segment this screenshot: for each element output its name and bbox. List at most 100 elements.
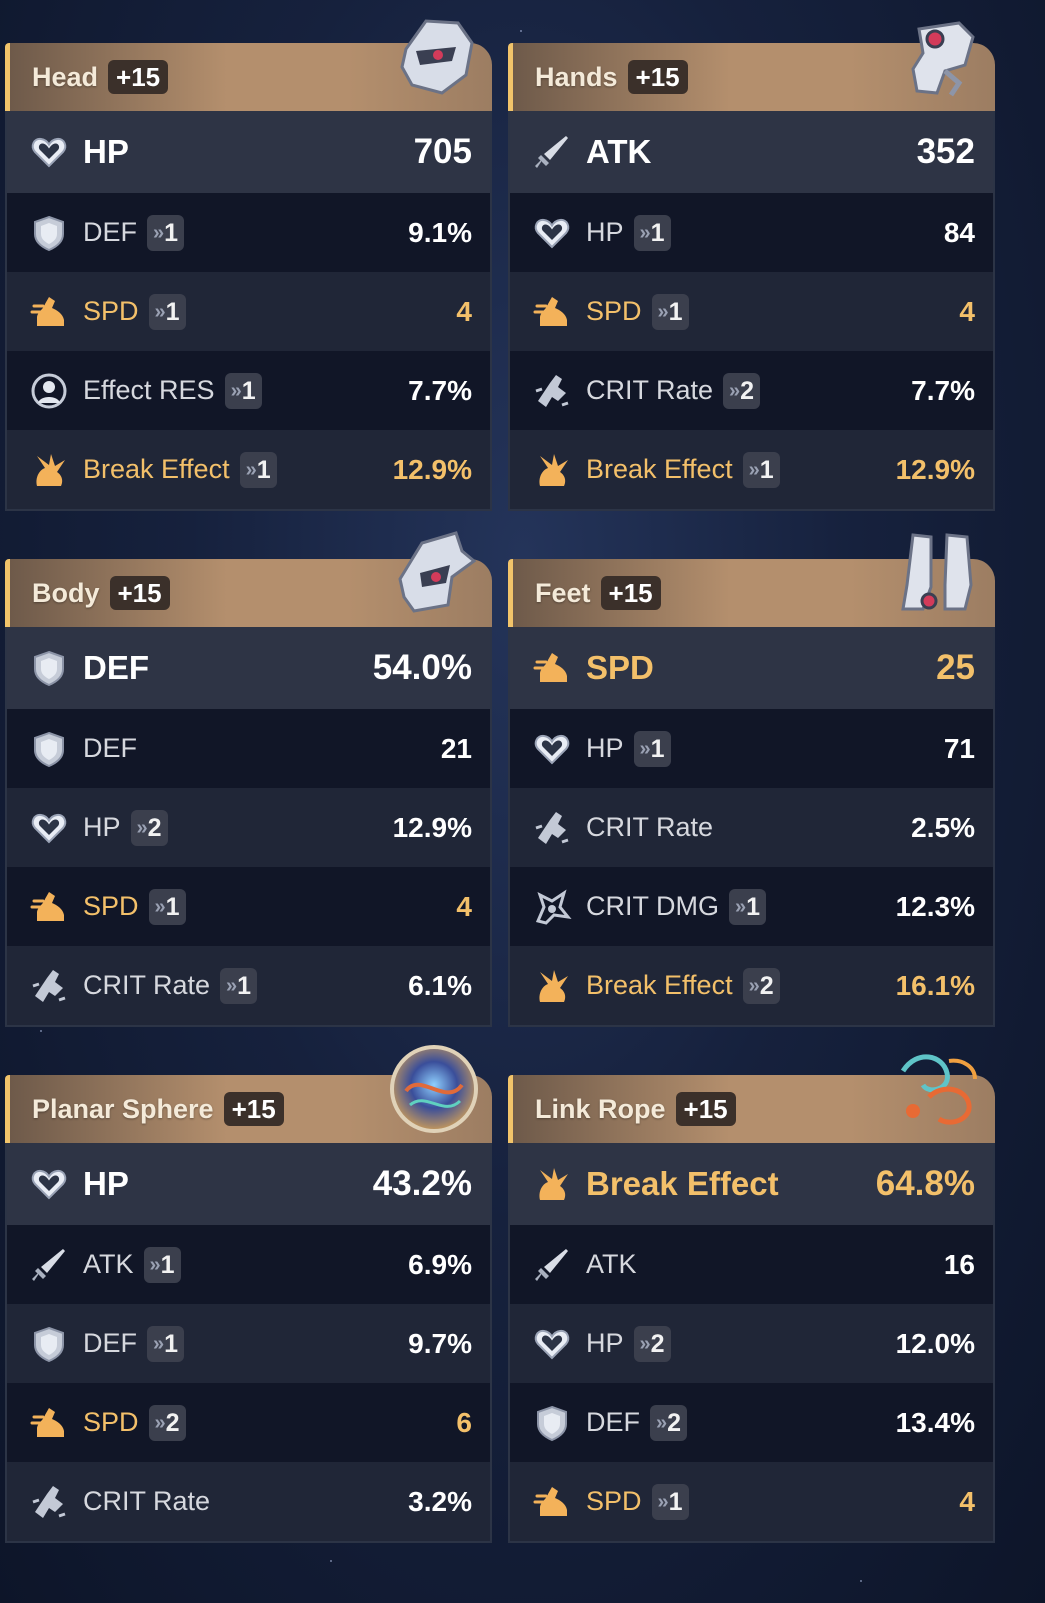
double-chevron-icon: » [226,974,237,997]
roll-count-badge: » 2 [148,1404,186,1441]
break-effect-icon [29,450,69,490]
main-stat-label: DEF [83,649,149,686]
double-chevron-icon: » [656,1411,667,1434]
roll-count-badge: » 2 [633,1325,671,1362]
crit-dmg-icon [532,887,572,927]
substat-row: ATK » 1 6.9% [7,1225,490,1304]
substat-label: Break Effect [83,454,230,484]
roll-count-badge: » 2 [650,1404,688,1441]
substat-label: SPD [586,296,642,326]
main-stat-value: 705 [413,132,472,171]
relic-header: Feet +15 [508,533,995,627]
substat-label: HP [586,1328,624,1358]
substat-value: 4 [959,295,975,327]
substat-label: HP [586,733,624,763]
main-stat-row: DEF 54.0% [7,627,490,709]
substat-row: HP » 1 71 [510,709,993,788]
substat-label: HP [83,812,121,842]
substat-label: ATK [83,1249,134,1279]
substat-value: 12.9% [392,453,472,485]
main-stat-value: 43.2% [372,1164,472,1203]
substat-row: SPD » 1 4 [7,272,490,351]
break-effect-icon [532,966,572,1006]
substat-row: Break Effect » 2 16.1% [510,946,993,1025]
substat-row: DEF 21 [7,709,490,788]
substat-label: DEF [83,733,137,763]
roll-count-badge: » 1 [224,372,262,409]
main-stat-row: SPD 25 [510,627,993,709]
spd-boot-icon [532,292,572,332]
substat-value: 6.9% [408,1248,472,1280]
relic-header: Planar Sphere +15 [5,1045,492,1143]
substat-label: SPD [83,891,139,921]
relic-panel-link-rope[interactable]: Link Rope +15 Break Effect 64.8% ATK 16 HP» 2 12… [508,1054,995,1554]
slot-name: Body [32,577,100,608]
substat-value: 16.1% [895,969,975,1001]
relic-panel-feet[interactable]: Feet +15 SPD 25 HP» 1 71 CRIT Rate 2.5% CRIT DMG»… [508,533,995,1038]
def-shield-icon [29,648,69,688]
roll-count: 2 [667,1408,682,1437]
substat-label: Break Effect [586,970,733,1000]
main-stat-label: ATK [586,133,652,170]
substat-label: CRIT Rate [83,970,211,1000]
substat-label: SPD [83,1407,139,1437]
level-badge: +15 [627,60,688,94]
double-chevron-icon: » [729,379,740,402]
substat-row: HP » 1 84 [510,193,993,272]
roll-count: 1 [164,218,179,247]
double-chevron-icon: » [230,379,242,402]
atk-sword-icon [29,1245,69,1285]
substat-row: HP » 2 12.9% [7,788,490,867]
substat-value: 7.7% [911,374,975,406]
hp-heart-icon [532,213,572,253]
main-stat-row: HP 705 [7,111,490,193]
roll-count: 1 [668,297,683,326]
roll-count: 1 [160,1250,175,1279]
substat-row: SPD » 1 4 [510,1462,993,1541]
atk-sword-icon [532,1245,572,1285]
substat-value: 13.4% [895,1406,975,1438]
substat-value: 12.3% [895,890,975,922]
roll-count: 1 [746,892,761,921]
spd-boot-icon [532,1482,572,1522]
crit-rate-icon [29,966,69,1006]
roll-count-badge: » 1 [143,1246,181,1283]
substat-value: 71 [943,732,975,764]
double-chevron-icon: » [245,458,257,481]
relic-header: Body +15 [5,531,492,627]
slot-name: Feet [535,577,591,608]
substat-label: SPD [83,296,139,326]
roll-count-badge: » 1 [148,293,186,330]
roll-count: 2 [740,376,755,405]
hands-relic-icon [889,9,985,105]
relic-panel-head[interactable]: Head +15 HP 705 DEF» 1 9.1% SPD» 1 4 Effect RES» 1 7… [5,19,492,522]
roll-count-badge: » 2 [723,372,761,409]
main-stat-row: ATK 352 [510,111,993,193]
roll-count: 1 [650,734,665,763]
stat-list: SPD 25 HP» 1 71 CRIT Rate 2.5% CRIT DMG» 1 12.3% B… [508,627,995,1027]
atk-sword-icon [532,132,572,172]
def-shield-icon [29,213,69,253]
roll-count-badge: » 1 [651,293,689,330]
slot-name: Head [32,61,99,92]
substat-value: 9.1% [408,216,472,248]
roll-count-badge: » 1 [147,214,185,251]
roll-count-badge: » 2 [742,967,780,1004]
substat-row: CRIT DMG » 1 12.3% [510,867,993,946]
relic-panel-body[interactable]: Body +15 DEF 54.0% DEF 21 HP» 2 12.9% SPD» 1 4 CRIT … [5,531,492,1038]
main-stat-value: 25 [936,648,975,687]
relic-panel-hands[interactable]: Hands +15 ATK 352 HP» 1 84 SPD» 1 4 CRIT Rate» 2 7.7… [508,21,995,522]
substat-value: 12.0% [895,1327,975,1359]
substat-row: Break Effect » 1 12.9% [510,430,993,509]
substat-row: HP » 2 12.0% [510,1304,993,1383]
relic-panel-planar-sphere[interactable]: Planar Sphere +15 HP 43.2% ATK» 1 6.9% DEF» 1 9.7… [5,1045,492,1554]
roll-count-badge: » 1 [633,214,671,251]
relic-header: Head +15 [5,19,492,111]
roll-count-badge: » 1 [729,888,767,925]
substat-row: Break Effect » 1 12.9% [7,430,490,509]
roll-count-badge: » 1 [651,1483,689,1520]
level-badge: +15 [223,1092,284,1126]
substat-row: DEF » 1 9.1% [7,193,490,272]
substat-value: 4 [456,295,472,327]
substat-label: DEF [83,217,137,247]
